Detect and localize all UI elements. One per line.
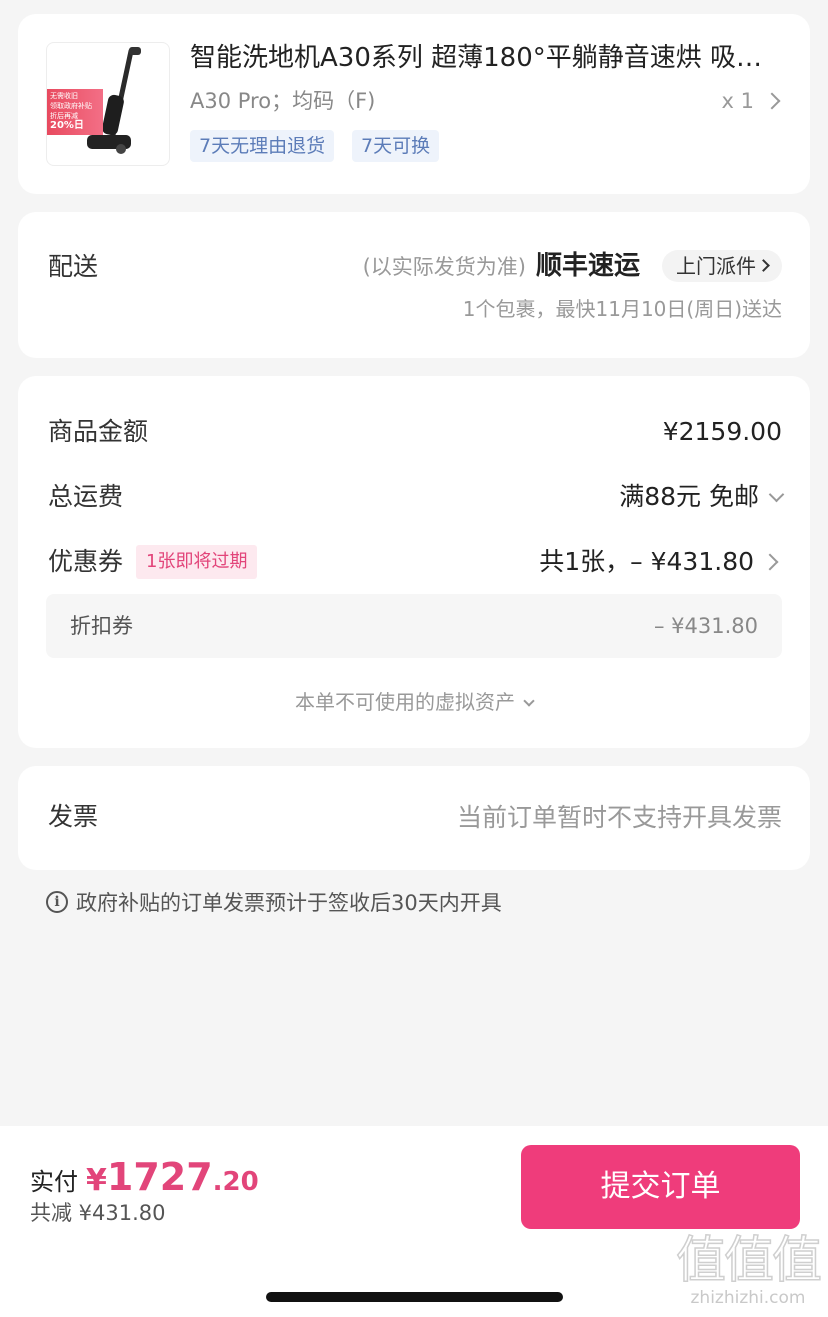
goods-amount-value: ¥2159.00: [662, 417, 782, 446]
pickup-option-label: 上门派件: [676, 254, 756, 278]
delivery-note: (以实际发货为准): [362, 255, 526, 279]
badge-line: 无需收旧: [50, 92, 78, 100]
submit-order-button[interactable]: 提交订单: [521, 1145, 800, 1229]
goods-amount-row: 商品金额 ¥2159.00: [18, 412, 810, 452]
invoice-info-note: i 政府补贴的订单发票预计于签收后30天内开具: [46, 886, 502, 920]
chevron-down-icon[interactable]: [768, 486, 785, 502]
coupon-label: 优惠券: [48, 547, 124, 576]
courier-name: 顺丰速运: [535, 251, 640, 281]
home-indicator[interactable]: [266, 1292, 563, 1302]
chevron-right-icon: [757, 259, 770, 272]
shipping-label: 总运费: [48, 482, 124, 511]
virtual-assets-label: 本单不可使用的虚拟资产: [295, 690, 515, 714]
product-thumbnail[interactable]: 无需收旧 领取政府补贴 折后再减 20%日: [46, 42, 170, 166]
shipping-value: 满88元 免邮: [619, 482, 759, 511]
chevron-right-icon[interactable]: [763, 92, 781, 110]
discount-coupon-label: 折扣券: [70, 614, 133, 638]
subsidy-badge: 无需收旧 领取政府补贴 折后再减 20%日: [47, 89, 103, 135]
tag-return-policy: 7天无理由退货: [190, 130, 335, 162]
product-title[interactable]: 智能洗地机A30系列 超薄180°平躺静音速烘 吸…: [190, 40, 790, 76]
pickup-option-button[interactable]: 上门派件: [662, 250, 782, 282]
invoice-info-text: 政府补贴的订单发票预计于签收后30天内开具: [76, 891, 502, 915]
checkout-bar: 实付 ¥1727.20 共减 ¥431.80 提交订单 值值值 zhizhizh…: [0, 1126, 828, 1317]
product-card[interactable]: 无需收旧 领取政府补贴 折后再减 20%日 智能洗地机A30系列 超薄180°平…: [18, 14, 810, 194]
coupon-value: 共1张，– ¥431.80: [539, 547, 754, 576]
product-quantity: x 1: [721, 89, 754, 113]
coupon-expiring-tag: 1张即将过期: [136, 545, 258, 579]
coupon-value-wrap: 共1张，– ¥431.80: [539, 542, 754, 582]
site-watermark: 值值值 zhizhizhi.com: [675, 1231, 823, 1308]
pay-label: 实付: [30, 1168, 78, 1196]
badge-percent: 20%日: [50, 120, 84, 131]
virtual-assets-toggle[interactable]: 本单不可使用的虚拟资产: [18, 686, 810, 718]
total-saved: 共减 ¥431.80: [30, 1201, 166, 1225]
product-spec: A30 Pro；均码（F): [190, 89, 376, 113]
pay-amount-decimal: .20: [212, 1167, 259, 1197]
shipping-row[interactable]: 总运费 满88元 免邮: [18, 477, 810, 517]
chevron-right-icon[interactable]: [761, 553, 779, 571]
watermark-url: zhizhizhi.com: [690, 1288, 806, 1308]
watermark-logo: 值值值: [675, 1231, 823, 1289]
invoice-label: 发票: [48, 802, 99, 831]
badge-line: 领取政府补贴: [50, 102, 92, 110]
invoice-status: 当前订单暂时不支持开具发票: [456, 803, 782, 832]
shipping-value-wrap: 满88元 免邮: [619, 477, 785, 517]
pay-amount-integer: 1727: [106, 1155, 213, 1199]
discount-coupon-value: – ¥431.80: [653, 614, 758, 638]
delivery-eta: 1个包裹，最快11月10日(周日)送达: [462, 297, 782, 321]
coupon-row[interactable]: 优惠券 1张即将过期 共1张，– ¥431.80: [18, 542, 810, 582]
delivery-card: 配送 (以实际发货为准) 顺丰速运 上门派件 1个包裹，最快11月10日(周日)…: [18, 212, 810, 358]
chevron-down-icon: [523, 694, 535, 707]
goods-amount-label: 商品金额: [48, 417, 149, 446]
delivery-label: 配送: [48, 252, 99, 281]
invoice-card: 发票 当前订单暂时不支持开具发票: [18, 766, 810, 870]
tag-exchange-policy: 7天可换: [352, 130, 440, 162]
pay-currency: ¥: [86, 1163, 107, 1198]
amount-card: 商品金额 ¥2159.00 总运费 满88元 免邮 优惠券 1张即将过期 共1张…: [18, 376, 810, 748]
discount-coupon-box: 折扣券 – ¥431.80: [46, 594, 782, 658]
info-icon: i: [46, 891, 68, 913]
